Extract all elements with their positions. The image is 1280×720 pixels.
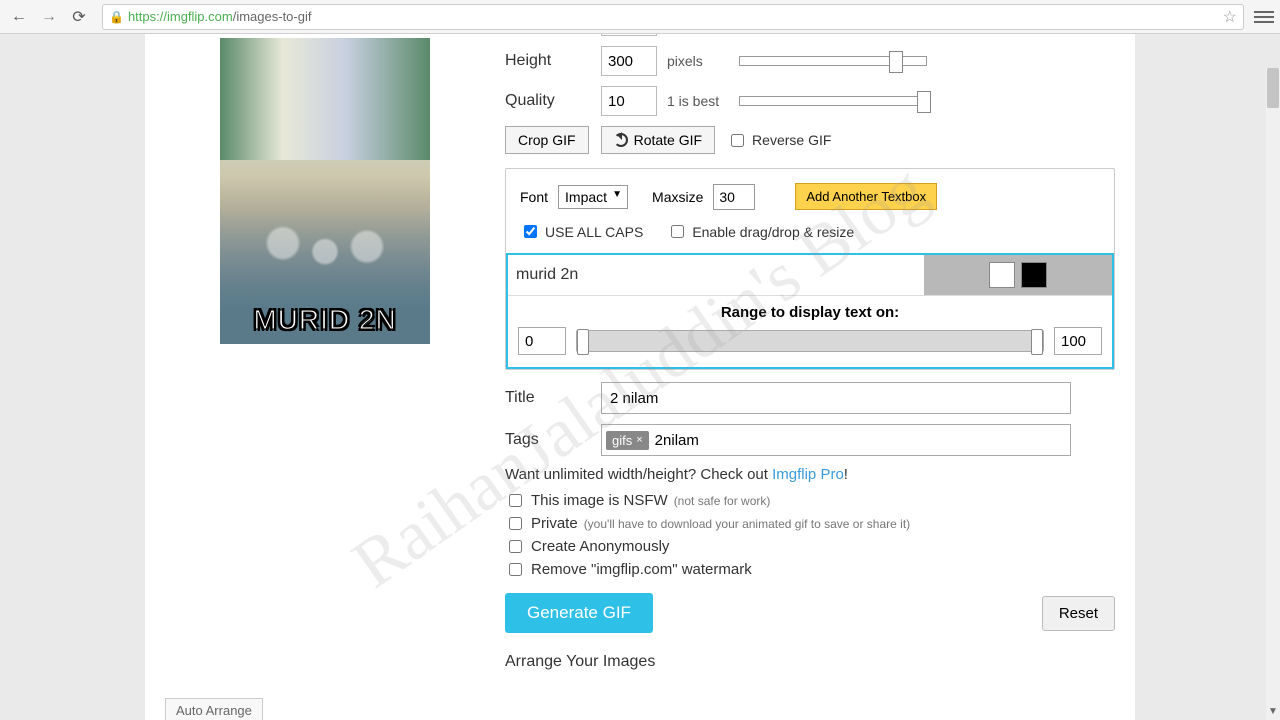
reverse-gif-checkbox[interactable]: Reverse GIF (727, 131, 831, 150)
nsfw-checkbox[interactable]: This image is NSFW (not safe for work) (505, 491, 1115, 510)
url-path: /images-to-gif (233, 9, 312, 24)
fill-color-swatch[interactable] (989, 262, 1015, 288)
quality-hint: 1 is best (667, 93, 729, 109)
title-label: Title (505, 389, 601, 407)
rotate-gif-button[interactable]: Rotate GIF (601, 126, 715, 154)
promo-text: Want unlimited width/height? Check out I… (505, 466, 1115, 483)
caption-overlay: MURID 2N (253, 304, 396, 336)
quality-input[interactable] (601, 86, 657, 116)
scroll-down-icon[interactable]: ▼ (1266, 706, 1280, 720)
reset-button[interactable]: Reset (1042, 596, 1115, 631)
range-from-input[interactable] (518, 327, 566, 355)
crop-gif-button[interactable]: Crop GIF (505, 126, 589, 154)
height-label: Height (505, 52, 601, 70)
forward-button[interactable]: → (36, 4, 62, 30)
maxsize-label: Maxsize (652, 189, 703, 205)
url-host: https://imgflip.com (128, 9, 233, 24)
height-slider[interactable] (739, 56, 927, 66)
tag-remove-icon[interactable]: × (636, 434, 642, 446)
font-label: Font (520, 189, 548, 205)
rotate-gif-label: Rotate GIF (634, 132, 702, 148)
tag-chip: gifs × (606, 431, 649, 450)
private-checkbox[interactable]: Private (you'll have to download your an… (505, 514, 1115, 533)
imgflip-pro-link[interactable]: Imgflip Pro (772, 466, 844, 483)
reload-button[interactable]: ⟳ (66, 4, 92, 30)
height-unit: pixels (667, 53, 715, 69)
arrange-heading: Arrange Your Images (505, 653, 1115, 671)
generate-gif-button[interactable]: Generate GIF (505, 593, 653, 633)
font-select[interactable]: Impact (558, 185, 628, 209)
menu-icon[interactable] (1254, 11, 1274, 23)
auto-arrange-button[interactable]: Auto Arrange (165, 698, 263, 720)
title-input[interactable] (601, 382, 1071, 414)
outline-color-swatch[interactable] (1021, 262, 1047, 288)
width-input[interactable] (601, 34, 657, 36)
caption-text-input[interactable] (508, 255, 924, 295)
lock-icon: 🔒 (109, 10, 124, 24)
textbox-entry: Range to display text on: (506, 253, 1114, 369)
bookmark-icon[interactable]: ☆ (1223, 7, 1237, 27)
range-label: Range to display text on: (518, 304, 1102, 321)
tags-label: Tags (505, 431, 601, 449)
browser-toolbar: ← → ⟳ 🔒 https://imgflip.com/images-to-gi… (0, 0, 1280, 34)
quality-label: Quality (505, 92, 601, 110)
range-slider[interactable] (576, 330, 1044, 352)
use-all-caps-checkbox[interactable]: USE ALL CAPS (520, 222, 643, 241)
enable-dragdrop-checkbox[interactable]: Enable drag/drop & resize (667, 222, 854, 241)
scrollbar[interactable]: ▲ ▼ (1266, 68, 1280, 720)
scrollbar-thumb[interactable] (1267, 68, 1279, 108)
maxsize-input[interactable] (713, 184, 755, 210)
anonymous-checkbox[interactable]: Create Anonymously (505, 537, 1115, 556)
gif-preview: MURID 2N (220, 38, 430, 344)
quality-slider[interactable] (739, 96, 927, 106)
text-panel: Font Impact Maxsize Add Another Textbox … (505, 168, 1115, 370)
color-picker-area (924, 255, 1112, 295)
rotate-icon (614, 133, 628, 147)
height-input[interactable] (601, 46, 657, 76)
range-to-input[interactable] (1054, 327, 1102, 355)
tags-input[interactable] (649, 432, 1066, 449)
add-textbox-button[interactable]: Add Another Textbox (795, 183, 937, 210)
remove-watermark-checkbox[interactable]: Remove "imgflip.com" watermark (505, 560, 1115, 579)
address-bar[interactable]: 🔒 https://imgflip.com/images-to-gif ☆ (102, 4, 1244, 30)
tags-box[interactable]: gifs × (601, 424, 1071, 456)
back-button[interactable]: ← (6, 4, 32, 30)
